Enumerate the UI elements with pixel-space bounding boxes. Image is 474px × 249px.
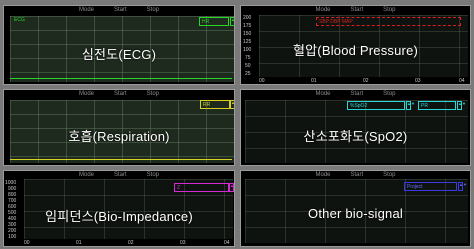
spo2-panel: Mode Start Stop %SpO2 ▲▼ PR ▲▼ 산소포화도(SpO… [240,89,471,166]
stop-tab[interactable]: Stop [147,171,159,179]
resp-legend-box[interactable]: RR [200,100,230,109]
bioimp-x-tick: 04 [224,240,230,246]
spo2-legend-text: %SpO2 [350,103,368,109]
other-signal-legend-box[interactable]: Project [404,182,457,191]
bp-panel: Mode Start Stop 200 175 150 125 100 75 5… [240,5,471,85]
bp-y-tick: 175 [243,23,252,29]
bioimp-panel-title: 임피던스(Bio-Impedance) [45,209,193,224]
resp-legend-text: RR [203,102,211,108]
bp-x-tick: 00 [259,78,265,84]
bioimp-y-tick: 100 [8,234,17,240]
start-tab[interactable]: Start [114,90,127,98]
stop-tab[interactable]: Stop [383,171,395,179]
stop-tab[interactable]: Stop [383,6,395,14]
spo2-spinner[interactable]: ▲▼ [406,101,415,110]
mode-tab[interactable]: Mode [315,6,330,14]
start-tab[interactable]: Start [351,6,364,14]
bp-legend-box[interactable]: SBP DBP MAP [316,17,461,26]
bioimp-x-tick: 02 [128,240,134,246]
resp-panel-title: 호흡(Respiration) [68,129,170,144]
pulse-rate-spinner[interactable]: ▲▼ [457,101,466,110]
ecg-panel: Mode Start Stop ECG HR ▲▼ 심전도(ECG) [3,5,235,85]
mode-tab[interactable]: Mode [315,171,330,179]
bp-y-tick: 50 [245,63,251,69]
bioimp-x-tick: 00 [24,240,30,246]
ecg-legend-box[interactable]: HR [199,17,229,26]
bioimp-spinner[interactable]: ▲▼ [229,183,234,192]
start-tab[interactable]: Start [351,90,364,98]
start-tab[interactable]: Start [351,171,364,179]
spo2-toolbar: Mode Start Stop [241,90,470,98]
spo2-legend-box[interactable]: %SpO2 [347,101,405,110]
resp-baseline [10,159,232,160]
ecg-baseline [10,78,232,79]
mode-tab[interactable]: Mode [315,90,330,98]
bp-y-tick: 150 [243,31,252,37]
mode-tab[interactable]: Mode [79,90,94,98]
spo2-panel-title: 산소포화도(SpO2) [303,129,408,144]
mode-tab[interactable]: Mode [79,171,94,179]
ecg-panel-title: 심전도(ECG) [81,47,157,62]
other-signal-panel-title: Other bio-signal [308,206,403,221]
bioimp-x-tick: 03 [180,240,186,246]
stop-tab[interactable]: Stop [147,90,159,98]
bp-y-tick: 25 [245,71,251,77]
pulse-rate-legend-box[interactable]: PR [418,101,456,110]
ecg-trace-label: ECG [14,17,25,23]
other-signal-spinner[interactable]: ▲▼ [458,182,467,191]
bioimp-x-tick: 01 [76,240,82,246]
start-tab[interactable]: Start [114,6,127,14]
bioimp-legend-box[interactable]: Z [174,183,229,192]
bp-x-tick: 02 [363,78,369,84]
bp-toolbar: Mode Start Stop [241,6,470,14]
stop-tab[interactable]: Stop [383,90,395,98]
stop-tab[interactable]: Stop [147,6,159,14]
start-tab[interactable]: Start [114,171,127,179]
resp-spinner[interactable]: ▲▼ [230,100,234,109]
other-signal-panel: Mode Start Stop Project ▲▼ Other bio-sig… [240,170,471,247]
bp-legend-text: SBP DBP MAP [319,19,353,25]
other-signal-legend-text: Project [407,184,423,190]
bioimp-panel: Mode Start Stop 1000 900 800 700 600 500… [3,170,235,247]
ecg-spinner[interactable]: ▲▼ [230,17,234,26]
pulse-rate-legend-text: PR [421,103,428,109]
bp-panel-title: 혈압(Blood Pressure) [292,43,419,58]
bp-y-tick: 200 [243,15,252,21]
bp-x-tick: 01 [311,78,317,84]
bp-x-tick: 03 [415,78,421,84]
ecg-toolbar: Mode Start Stop [4,6,234,14]
bioimp-toolbar: Mode Start Stop [4,171,234,179]
ecg-legend-text: HR [202,19,210,25]
other-signal-toolbar: Mode Start Stop [241,171,470,179]
bp-x-tick: 04 [459,78,465,84]
resp-panel: Mode Start Stop RR ▲▼ 호흡(Respiration) [3,89,235,166]
mode-tab[interactable]: Mode [79,6,94,14]
bioimp-legend-text: Z [177,185,181,191]
resp-toolbar: Mode Start Stop [4,90,234,98]
